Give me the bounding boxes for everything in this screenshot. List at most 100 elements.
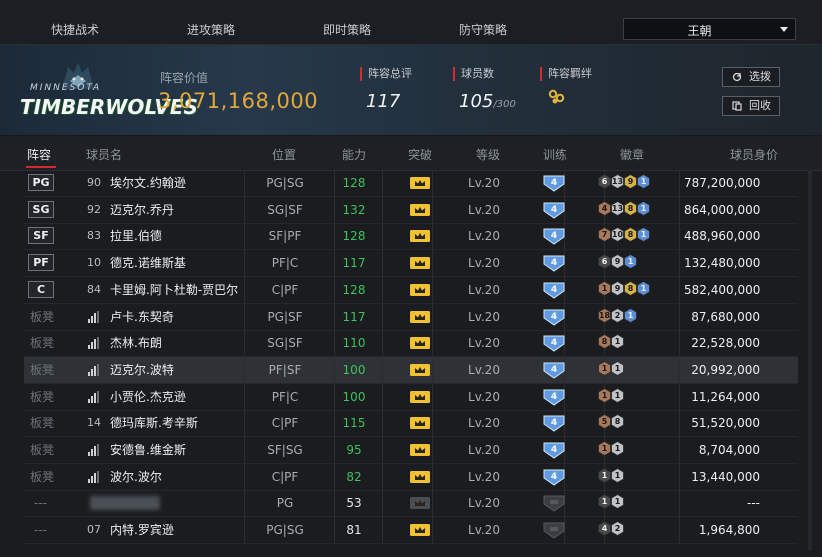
table-row[interactable]: 板凳 迈克尔.波特 PF|SF 100 Lv.20 4 1 1 20,992,000 (24, 356, 798, 384)
lineup-bond-stat[interactable]: 阵容羁绊 (540, 67, 592, 109)
badge-group[interactable]: 81 (598, 334, 624, 352)
training-level-icon[interactable]: 4 (542, 308, 566, 326)
player-name[interactable]: 迈克尔.乔丹 (110, 197, 174, 223)
tab-offense-strategy[interactable]: 进攻策略 (156, 0, 266, 44)
player-name[interactable]: 卡里姆.阿卜杜勒-贾巴尔 (110, 277, 238, 303)
col-ability[interactable]: 能力 (342, 146, 366, 163)
col-position[interactable]: 位置 (272, 146, 296, 163)
player-name[interactable]: 德玛库斯.考辛斯 (110, 410, 198, 436)
player-name[interactable]: 内特.罗宾逊 (110, 517, 174, 543)
breakthrough-crown-icon[interactable] (409, 470, 431, 484)
position-slot-badge[interactable]: SF (28, 227, 54, 245)
team-select-dropdown[interactable]: 王朝 (623, 18, 796, 40)
table-row[interactable]: 板凳 小贾伦.杰克逊 PF|C 100 Lv.20 4 1 1 11,264,000 (24, 383, 798, 411)
breakthrough-crown-icon[interactable] (409, 283, 431, 297)
badge-group[interactable]: 7 10 8 1 (598, 227, 650, 245)
breakthrough-crown-icon[interactable] (409, 176, 431, 190)
badge-group[interactable]: 18 2 1 (598, 307, 637, 326)
col-level[interactable]: 等级 (476, 146, 500, 163)
player-name[interactable]: 埃尔文.约翰逊 (110, 170, 186, 196)
tab-instant-strategy[interactable]: 即时策略 (292, 0, 402, 44)
scrollbar[interactable] (808, 170, 812, 550)
breakthrough-crown-icon[interactable] (409, 443, 431, 457)
training-level-icon[interactable]: 4 (542, 281, 566, 299)
bench-slot-label[interactable]: 板凳 (30, 357, 54, 383)
select-button[interactable]: 选拨 (722, 67, 780, 87)
position-slot-badge[interactable]: PG (28, 174, 54, 191)
breakthrough-crown-icon[interactable] (409, 523, 431, 537)
player-name[interactable]: 拉里.伯德 (110, 223, 162, 249)
table-row[interactable]: SG 92 迈克尔.乔丹 SG|SF 132 Lv.20 4 4 13 8 1 864,000,000 (24, 196, 798, 224)
bench-slot-label[interactable]: 板凳 (30, 384, 54, 410)
player-name[interactable]: 安德鲁.维金斯 (110, 437, 186, 463)
training-level-icon[interactable]: 4 (542, 254, 566, 272)
breakthrough-crown-icon[interactable] (409, 256, 431, 270)
training-level-icon[interactable]: 4 (542, 174, 566, 192)
player-name[interactable]: 卢卡.东契奇 (110, 304, 174, 330)
badge-group[interactable]: 11 (598, 387, 624, 406)
col-badges[interactable]: 徽章 (620, 146, 644, 163)
player-name[interactable]: 小贾伦.杰克逊 (110, 384, 186, 410)
breakthrough-crown-icon[interactable] (409, 390, 431, 404)
training-level-icon[interactable]: 4 (542, 441, 566, 459)
badge-group[interactable]: 6 13 9 1 (598, 174, 650, 192)
breakthrough-crown-icon[interactable] (409, 203, 431, 217)
breakthrough-crown-icon[interactable] (409, 416, 431, 430)
player-name[interactable]: 杰林.布朗 (110, 330, 162, 356)
badge-group[interactable]: 58 (598, 414, 624, 432)
training-level-icon[interactable] (542, 494, 566, 513)
training-level-icon[interactable]: 4 (542, 414, 566, 432)
tab-defense-strategy[interactable]: 防守策略 (428, 0, 538, 44)
training-level-icon[interactable]: 4 (542, 201, 566, 219)
position-slot-badge[interactable]: SG (28, 200, 54, 218)
training-level-icon[interactable]: 4 (542, 388, 566, 406)
col-breakthrough[interactable]: 突破 (408, 146, 432, 163)
table-row[interactable]: C 84 卡里姆.阿卜杜勒-贾巴尔 C|PF 128 Lv.20 4 1 9 8 1 582,400,… (24, 276, 798, 304)
recycle-button[interactable]: 回收 (722, 96, 780, 116)
table-row[interactable]: 板凳 14 德玛库斯.考辛斯 C|PF 115 Lv.20 4 5 8 51,520,000 (24, 410, 798, 438)
bench-slot-label[interactable]: 板凳 (30, 410, 54, 436)
col-player-name[interactable]: 球员名 (86, 146, 122, 163)
breakthrough-crown-icon[interactable] (409, 310, 431, 324)
table-row[interactable]: --- 07 内特.罗宾逊 PG|SG 81 Lv.20 4 2 1,964,800 (24, 517, 798, 545)
position-slot-badge[interactable]: C (28, 280, 54, 298)
badge-group[interactable]: 1981 (598, 280, 650, 299)
training-level-icon[interactable]: 4 (542, 227, 566, 246)
position-slot-badge[interactable]: PF (28, 254, 54, 272)
breakthrough-crown-icon[interactable] (409, 496, 431, 510)
col-training[interactable]: 训练 (543, 146, 567, 163)
table-row[interactable]: --- PG 53 Lv.20 1 1 --- (24, 490, 798, 518)
player-name[interactable]: 德克.诺维斯基 (110, 250, 186, 276)
training-level-icon[interactable] (542, 521, 566, 539)
bench-slot-label[interactable]: 板凳 (30, 330, 54, 356)
bond-chain-icon[interactable] (548, 89, 566, 105)
bench-slot-label[interactable]: 板凳 (30, 304, 54, 330)
badge-group[interactable]: 11 (598, 494, 624, 512)
badge-group[interactable]: 11 (598, 467, 624, 486)
badge-group[interactable]: 42 (598, 521, 624, 539)
player-name[interactable]: 波尔.波尔 (110, 464, 162, 490)
table-row[interactable]: PG 90 埃尔文.约翰逊 PG|SG 128 Lv.20 4 6 13 9 1 787,200,00… (24, 170, 798, 197)
breakthrough-crown-icon[interactable] (409, 336, 431, 350)
training-level-icon[interactable]: 4 (542, 361, 566, 379)
player-name[interactable]: 迈克尔.波特 (110, 357, 174, 383)
training-level-icon[interactable]: 4 (542, 468, 566, 486)
breakthrough-crown-icon[interactable] (409, 363, 431, 377)
bench-slot-label[interactable]: 板凳 (30, 437, 54, 463)
table-row[interactable]: 板凳 波尔.波尔 C|PF 82 Lv.20 4 1 1 13,440,000 (24, 463, 798, 491)
col-lineup[interactable]: 阵容 (27, 146, 51, 163)
bench-slot-label[interactable]: 板凳 (30, 464, 54, 490)
badge-group[interactable]: 4 13 8 1 (598, 200, 650, 219)
breakthrough-crown-icon[interactable] (409, 229, 431, 243)
training-level-icon[interactable]: 4 (542, 334, 566, 352)
col-player-value[interactable]: 球员身价 (730, 146, 778, 163)
table-row[interactable]: PF 10 德克.诺维斯基 PF|C 117 Lv.20 4 6 9 1 132,480,000 (24, 250, 798, 278)
table-row[interactable]: 板凳 杰林.布朗 SG|SF 110 Lv.20 4 8 1 22,528,000 (24, 330, 798, 358)
badge-group[interactable]: 11 (598, 441, 624, 459)
table-row[interactable]: SF 83 拉里.伯德 SF|PF 128 Lv.20 4 7 10 8 1 488,960,000 (24, 223, 798, 251)
tab-quick-tactics[interactable]: 快捷战术 (20, 0, 130, 44)
table-row[interactable]: 板凳 卢卡.东契奇 PG|SF 117 Lv.20 4 18 2 1 87,680,000 (24, 303, 798, 331)
table-row[interactable]: 板凳 安德鲁.维金斯 SF|SG 95 Lv.20 4 1 1 8,704,000 (24, 437, 798, 464)
badge-group[interactable]: 11 (598, 360, 624, 379)
badge-group[interactable]: 691 (598, 254, 637, 272)
